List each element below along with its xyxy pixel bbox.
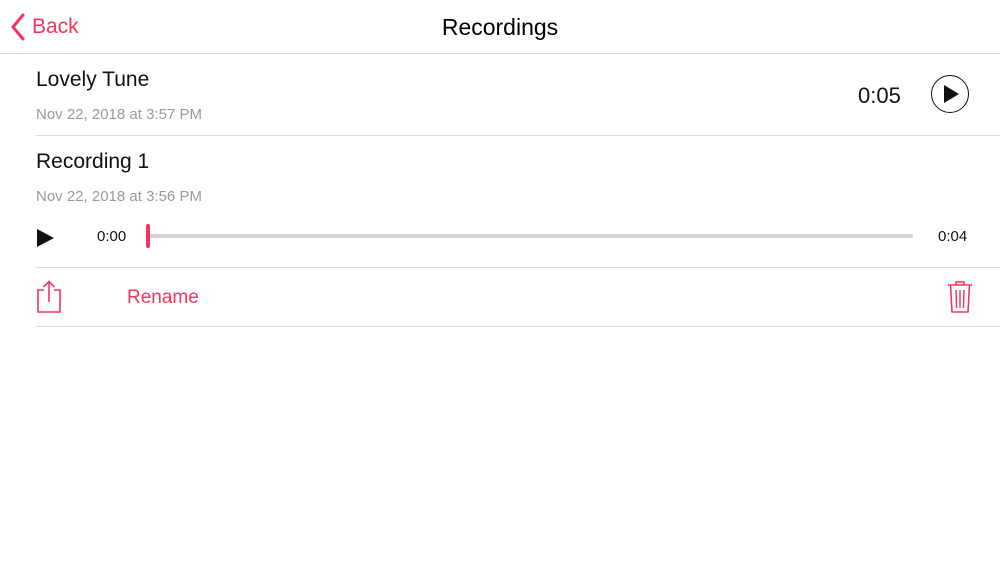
recording-date: Nov 22, 2018 at 3:56 PM [36, 188, 202, 205]
share-icon [36, 280, 62, 318]
play-icon [36, 229, 54, 252]
player-play-button[interactable] [36, 228, 54, 253]
recording-actions-bar: Rename [36, 268, 1000, 327]
recording-title: Lovely Tune [36, 68, 150, 91]
delete-button[interactable] [947, 280, 973, 319]
recording-duration: 0:05 [858, 83, 901, 108]
navigation-bar: Back Recordings [0, 0, 1000, 54]
recording-row-lovely-tune[interactable]: Lovely Tune Nov 22, 2018 at 3:57 PM 0:05 [36, 54, 1000, 136]
end-time: 0:04 [938, 228, 968, 245]
current-time: 0:00 [97, 228, 127, 245]
page-title: Recordings [441, 14, 559, 40]
recording-title: Recording 1 [36, 150, 150, 173]
recording-date: Nov 22, 2018 at 3:57 PM [36, 106, 202, 123]
playback-scrubber[interactable] [146, 224, 913, 248]
recording-row-recording-1[interactable]: Recording 1 Nov 22, 2018 at 3:56 PM 0:00… [36, 136, 1000, 268]
play-button[interactable] [931, 75, 969, 113]
playback-scrubber-thumb[interactable] [146, 224, 150, 248]
share-button[interactable] [36, 280, 62, 319]
rename-button[interactable]: Rename [127, 287, 199, 309]
trash-icon [947, 281, 973, 318]
